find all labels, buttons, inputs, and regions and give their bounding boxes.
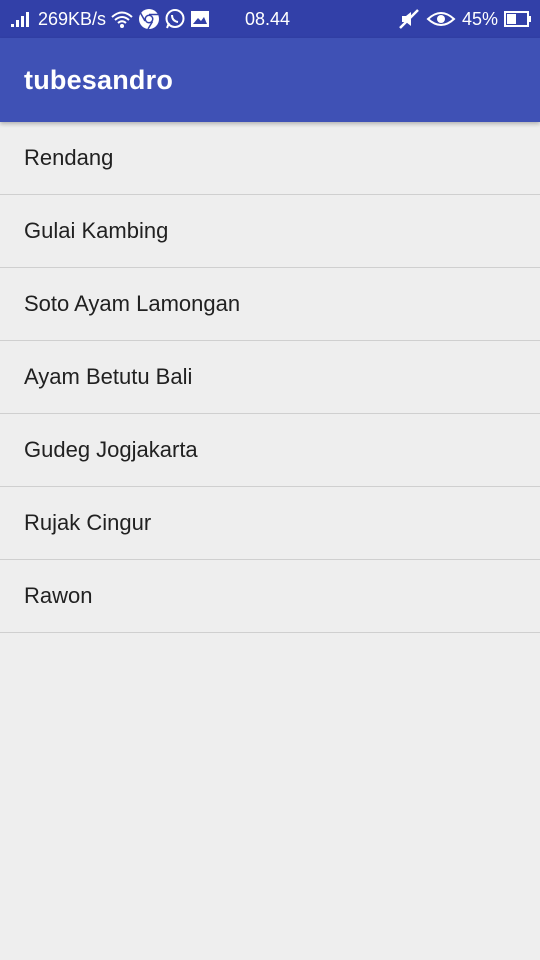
status-bar: 269KB/s 08.44 45% bbox=[0, 0, 540, 38]
whatsapp-icon bbox=[164, 8, 186, 30]
list-item[interactable]: Gulai Kambing bbox=[0, 195, 540, 268]
mute-icon bbox=[398, 8, 420, 30]
gallery-icon bbox=[190, 9, 210, 29]
list-item[interactable]: Soto Ayam Lamongan bbox=[0, 268, 540, 341]
chrome-icon bbox=[138, 8, 160, 30]
battery-percent: 45% bbox=[461, 8, 498, 29]
food-list: Rendang Gulai Kambing Soto Ayam Lamongan… bbox=[0, 122, 540, 633]
list-item[interactable]: Rendang bbox=[0, 122, 540, 195]
list-item[interactable]: Gudeg Jogjakarta bbox=[0, 414, 540, 487]
status-left: 269KB/s bbox=[10, 8, 210, 30]
status-right: 45% bbox=[398, 0, 532, 38]
status-time: 08.44 bbox=[245, 8, 291, 29]
eye-icon bbox=[426, 9, 456, 29]
app-title: tubesandro bbox=[24, 64, 174, 95]
network-speed: 269KB/s bbox=[38, 8, 107, 29]
app-bar: tubesandro bbox=[0, 38, 540, 122]
wifi-icon bbox=[110, 9, 134, 29]
list-item[interactable]: Rujak Cingur bbox=[0, 487, 540, 560]
list-item[interactable]: Rawon bbox=[0, 560, 540, 633]
list-item[interactable]: Ayam Betutu Bali bbox=[0, 341, 540, 414]
battery-icon bbox=[504, 10, 532, 28]
signal-icon bbox=[10, 10, 34, 28]
